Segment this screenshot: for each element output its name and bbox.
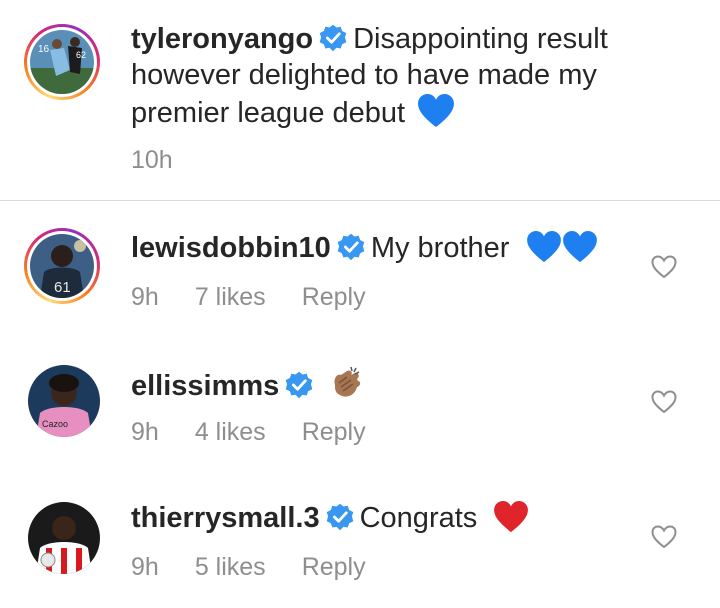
like-heart-icon[interactable] — [651, 255, 677, 279]
verified-badge-icon — [326, 503, 354, 531]
svg-text:16: 16 — [38, 44, 50, 55]
clapping-hands-icon — [334, 366, 361, 397]
like-heart-icon[interactable] — [651, 525, 677, 549]
divider — [0, 200, 720, 201]
caption-username[interactable]: tyleronyango — [131, 23, 313, 55]
comment-time: 9h — [131, 553, 159, 581]
comment-username[interactable]: thierrysmall.3 — [131, 502, 320, 534]
svg-text:Cazoo: Cazoo — [42, 419, 68, 429]
avatar-image: 61 — [30, 234, 94, 298]
caption-text-line3: premier league debut — [131, 97, 406, 129]
comment-time: 9h — [131, 418, 159, 446]
comment-avatar[interactable]: 61 — [24, 228, 100, 304]
reply-button[interactable]: Reply — [302, 283, 366, 311]
comment-time: 9h — [131, 283, 159, 311]
avatar-image: Cazoo — [28, 365, 100, 437]
comment-likes[interactable]: 4 likes — [195, 418, 266, 446]
comment-likes[interactable]: 5 likes — [195, 553, 266, 581]
post-caption: 16 62 tyleronyango Disappointing result h… — [0, 0, 720, 200]
blue-heart-icon — [562, 231, 598, 263]
caption-avatar[interactable]: 16 62 — [24, 24, 100, 100]
comment-text: My brother — [370, 232, 510, 264]
comment-avatar[interactable] — [28, 502, 100, 574]
comment-avatar[interactable]: Cazoo — [28, 365, 100, 437]
red-heart-icon — [493, 501, 529, 533]
verified-badge-icon — [337, 233, 365, 261]
comment-text: Congrats — [359, 502, 478, 534]
verified-badge-icon — [285, 371, 313, 399]
like-heart-icon[interactable] — [651, 390, 677, 414]
avatar-image: 16 62 — [30, 30, 94, 94]
reply-button[interactable]: Reply — [302, 553, 366, 581]
svg-text:62: 62 — [76, 50, 86, 60]
caption-time: 10h — [131, 146, 173, 174]
avatar-image — [28, 502, 100, 574]
svg-text:61: 61 — [54, 279, 71, 296]
comment-username[interactable]: ellissimms — [131, 370, 279, 402]
verified-badge-icon — [319, 24, 347, 52]
comment-username[interactable]: lewisdobbin10 — [131, 232, 331, 264]
caption-text-line2: however delighted to have made my — [131, 59, 597, 91]
blue-heart-icon — [417, 94, 455, 128]
caption-text-line1: Disappointing result — [353, 23, 608, 55]
blue-heart-icon — [526, 231, 562, 263]
comment-likes[interactable]: 7 likes — [195, 283, 266, 311]
reply-button[interactable]: Reply — [302, 418, 366, 446]
